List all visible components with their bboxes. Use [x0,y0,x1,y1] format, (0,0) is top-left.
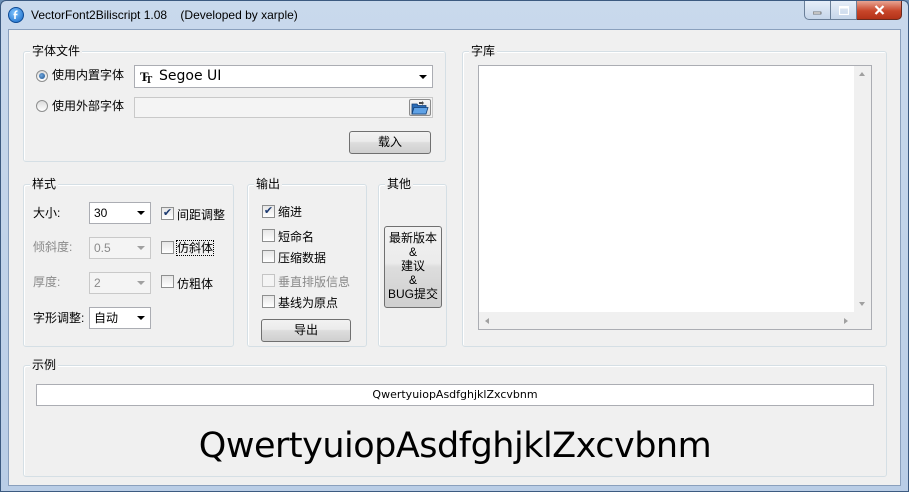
library-group: 字库 [462,44,887,347]
spacing-checkbox[interactable]: ✔ [161,207,174,220]
library-textarea[interactable] [478,65,872,330]
thickness-label: 厚度: [33,275,61,289]
maximize-icon [838,5,849,15]
skew-label: 倾斜度: [33,240,73,254]
baseline-checkbox[interactable] [262,295,275,308]
library-group-title: 字库 [469,44,498,58]
update-feedback-line-3: 建议 [400,259,425,273]
bold-checkbox[interactable] [161,275,174,288]
close-button[interactable] [857,1,902,20]
builtin-font-label[interactable]: 使用内置字体 [52,68,124,82]
sample-group: 示例 QwertyuiopAsdfghjklZxcvbnm Qwertyuiop… [23,358,887,477]
baseline-label[interactable]: 基线为原点 [278,296,338,310]
title-bar[interactable]: VectorFont2Biliscript 1.08 (Developed by… [1,1,908,29]
scroll-up-icon[interactable] [859,72,865,76]
short-name-checkbox[interactable] [262,229,275,242]
builtin-font-value: Segoe UI [159,68,222,84]
external-font-path[interactable] [134,97,433,118]
truetype-icon: TT [140,69,153,86]
size-label: 大小: [33,206,61,220]
indent-label[interactable]: 缩进 [278,205,302,219]
italic-label[interactable]: 仿斜体 [175,240,215,256]
output-group-title: 输出 [254,177,283,191]
compress-label[interactable]: 压缩数据 [278,251,326,265]
shape-label: 字形调整: [33,311,85,325]
builtin-font-radio[interactable] [36,70,48,82]
thickness-select[interactable]: 2 [89,272,151,294]
window-title: VectorFont2Biliscript 1.08 (Developed by… [31,8,298,22]
scroll-down-icon[interactable] [859,302,865,306]
vertical-checkbox[interactable] [262,274,275,287]
update-feedback-line-2: & [408,245,417,259]
skew-select[interactable]: 0.5 [89,237,151,259]
external-font-label[interactable]: 使用外部字体 [52,99,124,113]
font-file-group-title: 字体文件 [30,44,83,58]
update-feedback-line-5: BUG提交 [387,287,438,301]
style-group: 样式 大小: 30 ✔ 间距调整 倾斜度: 0.5 仿斜体 厚度: 2 仿粗体 … [23,177,234,347]
open-folder-icon [411,101,429,115]
client-area: 字体文件 使用内置字体 TT Segoe UI 使用外部字体 载入 样式 大小:… [8,29,901,486]
update-feedback-button[interactable]: 最新版本 & 建议 & BUG提交 [384,226,442,308]
browse-button[interactable] [409,99,431,116]
indent-checkbox[interactable]: ✔ [262,205,275,218]
output-group: 输出 ✔ 缩进 短命名 压缩数据 垂直排版信息 基线为原点 导出 [247,177,367,347]
library-horizontal-scrollbar[interactable] [479,312,854,329]
window-controls [804,1,902,21]
shape-select[interactable]: 自动 [89,307,151,329]
sample-group-title: 示例 [30,358,59,372]
app-logo-icon [8,7,24,23]
spacing-label[interactable]: 间距调整 [177,208,225,222]
external-font-radio[interactable] [36,100,48,112]
main-window: VectorFont2Biliscript 1.08 (Developed by… [0,0,909,492]
load-button[interactable]: 载入 [349,131,431,154]
export-button[interactable]: 导出 [261,319,351,342]
size-select[interactable]: 30 [89,202,151,224]
minimize-button[interactable] [804,1,831,20]
maximize-button[interactable] [831,1,857,20]
compress-checkbox[interactable] [262,250,275,263]
builtin-font-select[interactable]: TT Segoe UI [134,65,433,88]
font-file-group: 字体文件 使用内置字体 TT Segoe UI 使用外部字体 载入 [23,44,446,162]
library-vertical-scrollbar[interactable] [854,66,871,312]
sample-input[interactable]: QwertyuiopAsdfghjklZxcvbnm [36,384,874,406]
update-feedback-line-1: 最新版本 [388,231,437,245]
minimize-icon [813,11,822,14]
update-feedback-line-4: & [408,273,417,287]
italic-checkbox[interactable] [161,241,174,254]
scroll-left-icon[interactable] [485,318,489,324]
scrollbar-corner [854,312,871,329]
close-icon [874,5,884,15]
sample-preview: QwertyuiopAsdfghjklZxcvbnm [198,426,712,466]
vertical-label[interactable]: 垂直排版信息 [278,275,350,289]
other-group: 其他 最新版本 & 建议 & BUG提交 [378,177,447,347]
short-name-label[interactable]: 短命名 [278,230,314,244]
bold-label[interactable]: 仿粗体 [177,277,213,291]
style-group-title: 样式 [30,177,59,191]
scroll-right-icon[interactable] [844,318,848,324]
other-group-title: 其他 [385,177,414,191]
